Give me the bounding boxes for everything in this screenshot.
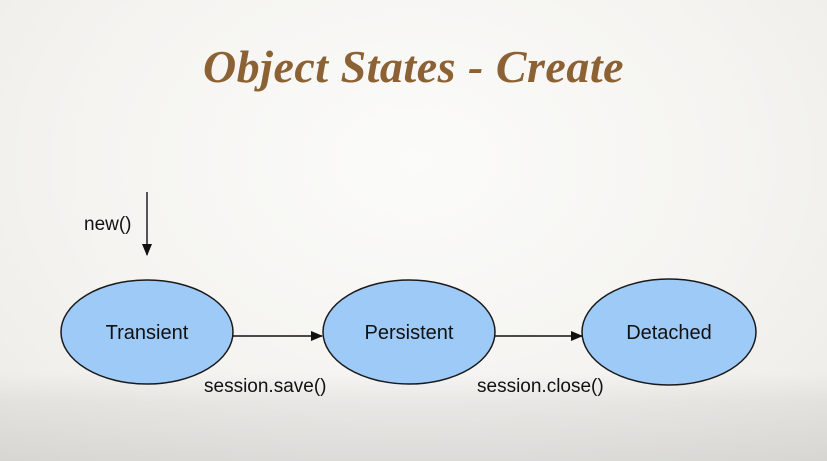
state-node-transient: Transient — [60, 279, 234, 385]
detached-label: Detached — [626, 322, 712, 344]
slide: Object States - Create new() Transient P… — [0, 0, 827, 461]
state-node-detached: Detached — [581, 278, 757, 386]
save-label: session.save() — [204, 376, 327, 397]
close-label: session.close() — [477, 376, 604, 397]
new-label: new() — [84, 214, 132, 235]
persistent-label: Persistent — [365, 322, 454, 344]
transient-label: Transient — [106, 322, 189, 344]
state-node-persistent: Persistent — [322, 279, 496, 385]
state-diagram: new() Transient Persistent Detached sess… — [60, 192, 757, 397]
